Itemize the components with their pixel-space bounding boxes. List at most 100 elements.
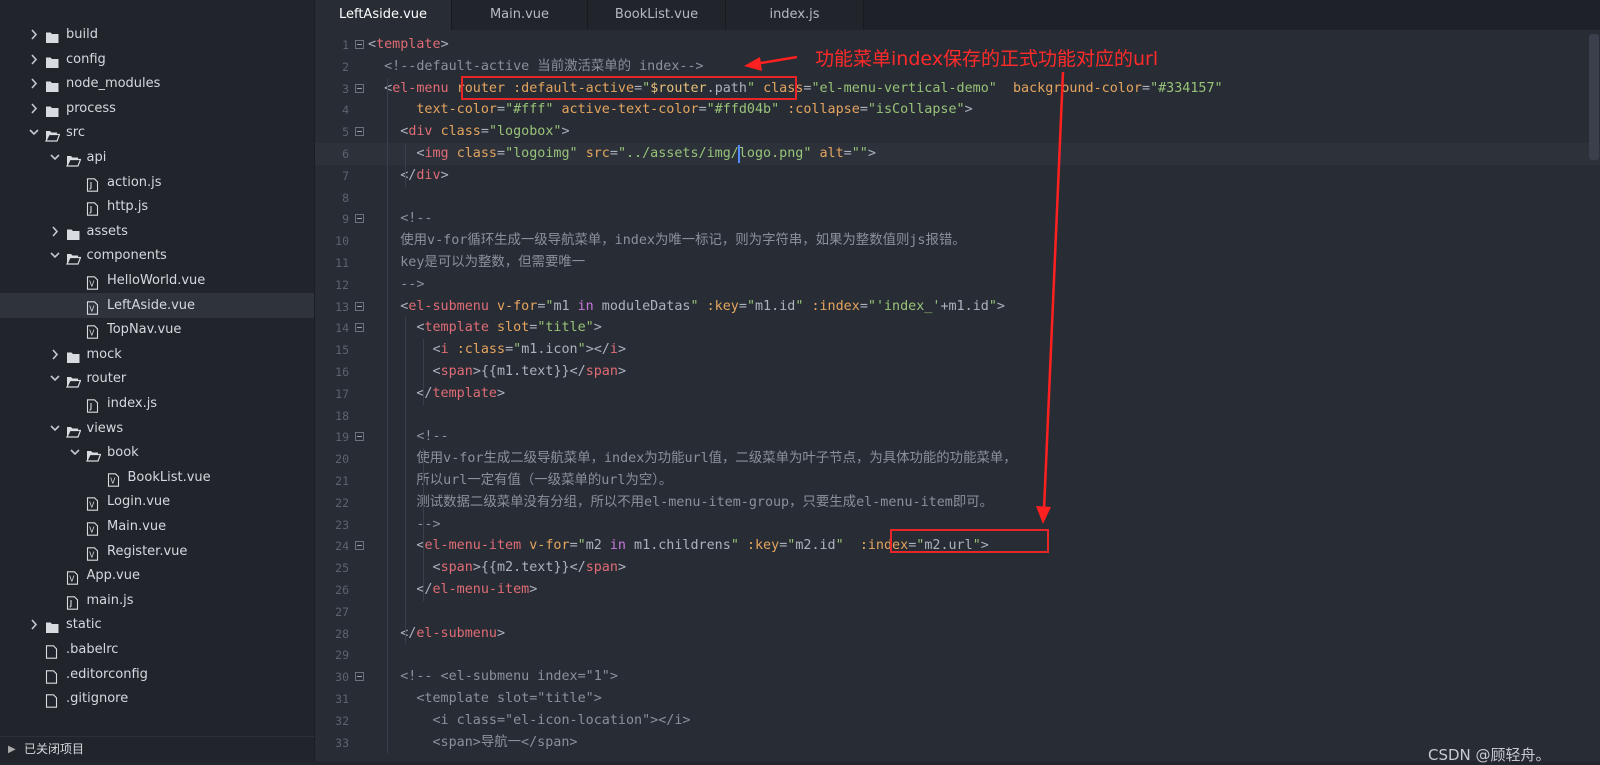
chevron-down-icon[interactable] bbox=[49, 243, 61, 268]
code-line[interactable]: 29 bbox=[315, 644, 1600, 666]
code-line[interactable]: 13 <el-submenu v-for="m1 in moduleDatas"… bbox=[315, 296, 1600, 318]
tree-folder[interactable]: assets bbox=[0, 219, 314, 244]
tree-file[interactable]: V Main.vue bbox=[0, 514, 314, 539]
code-line[interactable]: 31 <template slot="title"> bbox=[315, 688, 1600, 710]
tree-item-label: Login.vue bbox=[107, 494, 171, 510]
code-line[interactable]: 22 测试数据二级菜单没有分组，所以不用el-menu-item-group，只… bbox=[315, 492, 1600, 514]
code-line[interactable]: 8 bbox=[315, 187, 1600, 209]
code-line[interactable]: 28 </el-submenu> bbox=[315, 623, 1600, 645]
tree-file[interactable]: action.js bbox=[0, 170, 314, 195]
fold-toggle-icon[interactable] bbox=[355, 323, 364, 333]
code-token: </ bbox=[569, 560, 586, 576]
tree-file[interactable]: .editorconfig bbox=[0, 662, 314, 687]
tree-folder[interactable]: src bbox=[0, 120, 314, 145]
tree-file[interactable]: .gitignore bbox=[0, 686, 314, 711]
fold-toggle-icon[interactable] bbox=[355, 40, 364, 49]
chevron-right-icon[interactable] bbox=[28, 96, 40, 121]
tree-file[interactable]: .babelrc bbox=[0, 637, 314, 662]
code-editor[interactable]: LeftAside.vue Main.vue BookList.vue index.j… bbox=[315, 0, 1600, 761]
tree-folder[interactable]: book bbox=[0, 440, 314, 465]
chevron-down-icon[interactable] bbox=[28, 120, 40, 145]
code-token: 使用v-for循环生成一级导航菜单，index为唯一标记，则为字符串，如果为整数… bbox=[368, 233, 966, 249]
tree-folder[interactable]: process bbox=[0, 96, 314, 121]
code-text: <template slot="title"> bbox=[368, 317, 601, 339]
chevron-down-icon[interactable] bbox=[49, 366, 61, 391]
code-line[interactable]: 20 使用v-for生成二级导航菜单，index为功能url值，二级菜单为叶子节… bbox=[315, 448, 1600, 470]
chevron-down-icon[interactable] bbox=[49, 416, 61, 441]
fold-toggle-icon[interactable] bbox=[355, 301, 364, 311]
code-token: active-text-color bbox=[561, 102, 699, 118]
line-number: 10 bbox=[335, 234, 349, 249]
tree-item-label: .gitignore bbox=[66, 691, 129, 707]
code-line[interactable]: 32 <i class="el-icon-location"></i> bbox=[315, 710, 1600, 732]
code-line[interactable]: 27 bbox=[315, 601, 1600, 623]
fold-toggle-icon[interactable] bbox=[355, 214, 364, 224]
code-line[interactable]: 21 所以url一定有值（一级菜单的url为空）。 bbox=[315, 470, 1600, 492]
chevron-right-icon[interactable] bbox=[28, 612, 40, 637]
tree-folder[interactable]: api bbox=[0, 145, 314, 170]
editor-tab[interactable]: Main.vue bbox=[452, 0, 588, 30]
file-icon: V bbox=[86, 520, 100, 536]
chevron-right-icon[interactable] bbox=[28, 47, 40, 72]
fold-toggle-icon[interactable] bbox=[355, 83, 364, 93]
code-line[interactable]: 6 <img class="logoimg" src="../assets/im… bbox=[315, 143, 1600, 165]
editor-tab[interactable]: LeftAside.vue bbox=[315, 0, 452, 30]
tree-folder[interactable]: static bbox=[0, 612, 314, 637]
tree-file[interactable]: V LeftAside.vue bbox=[0, 292, 314, 318]
closed-projects-footer[interactable]: ▶ 已关闭项目 bbox=[0, 736, 314, 762]
tree-folder[interactable]: build bbox=[0, 22, 314, 47]
fold-toggle-icon[interactable] bbox=[355, 541, 364, 551]
line-number: 14 bbox=[335, 321, 349, 336]
code-line[interactable]: 9 <!-- bbox=[315, 208, 1600, 230]
code-line[interactable]: 25 <span>{{m2.text}}</span> bbox=[315, 557, 1600, 579]
code-line[interactable]: 4 text-color="#fff" active-text-color="#… bbox=[315, 99, 1600, 121]
tree-folder[interactable]: mock bbox=[0, 342, 314, 367]
fold-toggle-icon[interactable] bbox=[355, 127, 364, 137]
code-line[interactable]: 33 <span>导航一</span> bbox=[315, 732, 1600, 754]
code-text: </template> bbox=[368, 383, 505, 405]
tree-file[interactable]: V TopNav.vue bbox=[0, 317, 314, 342]
code-line[interactable]: 16 <span>{{m1.text}}</span> bbox=[315, 361, 1600, 383]
tree-file[interactable]: V App.vue bbox=[0, 563, 314, 588]
folder-icon bbox=[66, 225, 80, 240]
tree-file[interactable]: V HelloWorld.vue bbox=[0, 268, 314, 293]
tree-folder[interactable]: components bbox=[0, 243, 314, 268]
tree-file[interactable]: http.js bbox=[0, 194, 314, 219]
tree-file[interactable]: V Register.vue bbox=[0, 539, 314, 564]
code-line[interactable]: 17 </template> bbox=[315, 383, 1600, 405]
chevron-down-icon[interactable] bbox=[69, 440, 81, 465]
code-area[interactable]: 1 <template> 2 <!--default-active 当前激活菜单的 … bbox=[315, 34, 1600, 761]
tree-folder[interactable]: views bbox=[0, 416, 314, 441]
chevron-right-icon[interactable] bbox=[28, 71, 40, 96]
code-line[interactable]: 15 <i :class="m1.icon"></i> bbox=[315, 339, 1600, 361]
chevron-right-icon[interactable] bbox=[49, 342, 61, 367]
editor-tab[interactable]: index.js bbox=[726, 0, 864, 30]
code-line[interactable]: 5 <div class="logobox"> bbox=[315, 121, 1600, 143]
tree-file[interactable]: V Login.vue bbox=[0, 489, 314, 514]
tree-folder[interactable]: config bbox=[0, 47, 314, 72]
code-line[interactable]: 18 bbox=[315, 405, 1600, 427]
code-line[interactable]: 14 <template slot="title"> bbox=[315, 317, 1600, 339]
chevron-right-icon[interactable] bbox=[49, 219, 61, 244]
code-line[interactable]: 26 </el-menu-item> bbox=[315, 579, 1600, 601]
code-line[interactable]: 19 <!-- bbox=[315, 426, 1600, 448]
code-text: <template> bbox=[368, 34, 449, 56]
tree-file[interactable]: V BookList.vue bbox=[0, 465, 314, 490]
code-line[interactable]: 30 <!-- <el-submenu index="1"> bbox=[315, 666, 1600, 688]
tree-file[interactable]: index.js bbox=[0, 391, 314, 416]
fold-toggle-icon[interactable] bbox=[355, 432, 364, 442]
code-line[interactable]: 7 </div> bbox=[315, 165, 1600, 187]
fold-toggle-icon[interactable] bbox=[355, 672, 364, 682]
chevron-right-icon[interactable] bbox=[28, 22, 40, 47]
code-token: span bbox=[585, 560, 618, 576]
line-number: 21 bbox=[335, 474, 349, 488]
code-line[interactable]: 10 使用v-for循环生成一级导航菜单，index为唯一标记，则为字符串，如果… bbox=[315, 230, 1600, 252]
chevron-down-icon[interactable] bbox=[49, 145, 61, 170]
code-line[interactable]: 11 key是可以为整数，但需要唯一 bbox=[315, 252, 1600, 274]
editor-tab[interactable]: BookList.vue bbox=[588, 0, 726, 30]
tree-file[interactable]: main.js bbox=[0, 588, 314, 613]
tree-folder[interactable]: node_modules bbox=[0, 71, 314, 96]
tree-folder[interactable]: router bbox=[0, 366, 314, 391]
code-line[interactable]: 12 --> bbox=[315, 274, 1600, 296]
editor-scrollbar[interactable] bbox=[1589, 34, 1599, 160]
